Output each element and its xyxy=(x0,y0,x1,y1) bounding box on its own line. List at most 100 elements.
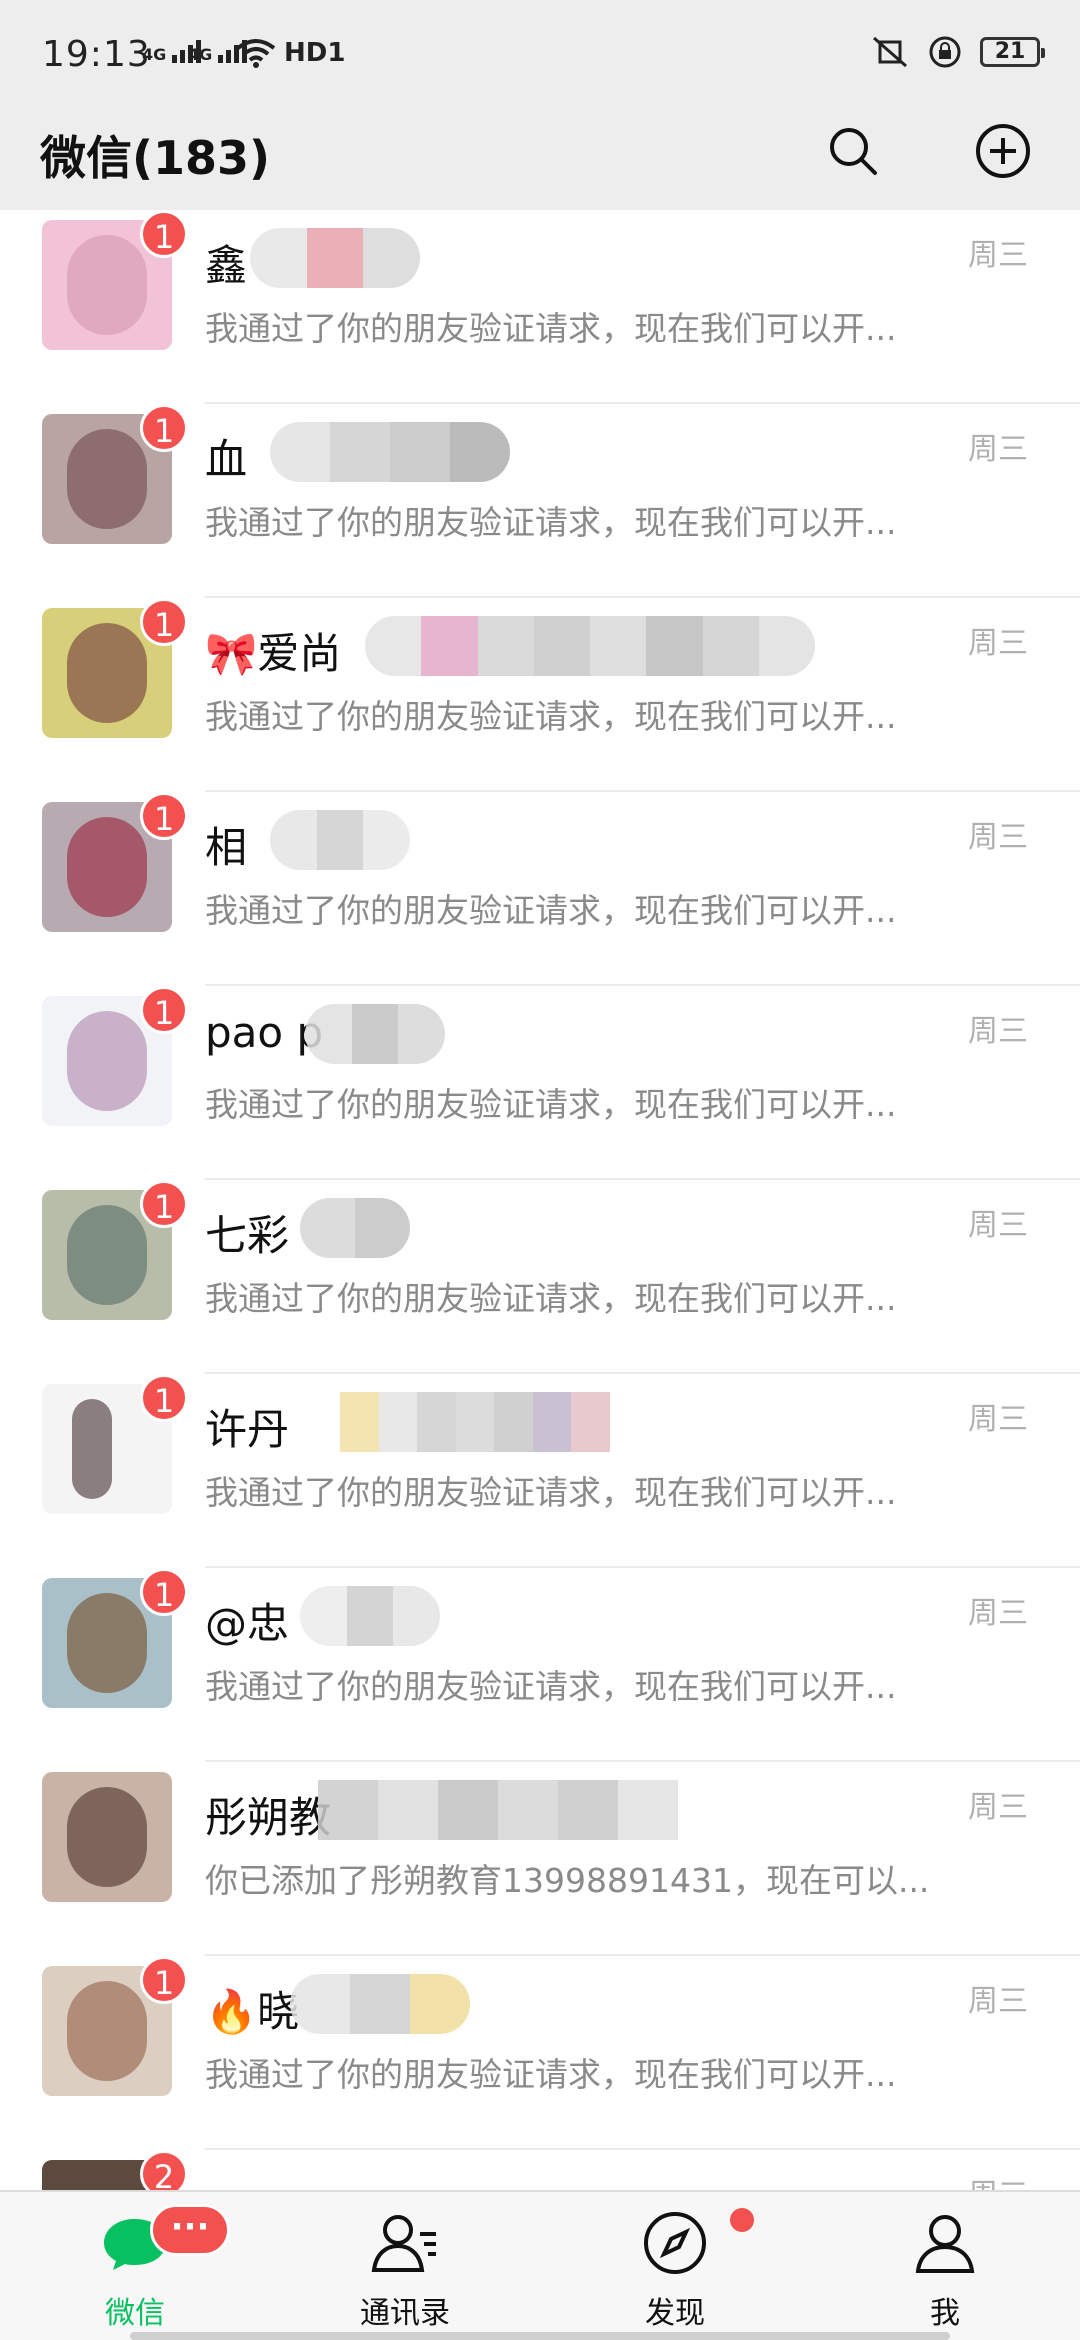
name-blur xyxy=(270,810,410,870)
chat-row[interactable]: 1 血 我通过了你的朋友验证请求，现在我们可以开... 周三 xyxy=(0,404,1080,598)
unread-badge: 1 xyxy=(140,1374,188,1422)
unread-badge: 1 xyxy=(140,792,188,840)
chat-preview: 你已添加了彤朔教育13998891431，现在可以... xyxy=(205,1861,930,1900)
chat-row[interactable]: 1 @忠 我通过了你的朋友验证请求，现在我们可以开... 周三 xyxy=(0,1568,1080,1762)
name-blur xyxy=(290,1974,470,2034)
chat-preview: 我通过了你的朋友验证请求，现在我们可以开... xyxy=(205,1667,897,1706)
search-button[interactable] xyxy=(818,116,888,186)
chat-list[interactable]: 1 鑫 我通过了你的朋友验证请求，现在我们可以开... 周三 1 血 我通过了你… xyxy=(0,210,1080,2190)
name-blur xyxy=(270,422,510,482)
app-header: 微信(183) xyxy=(0,108,1080,210)
unread-badge: 1 xyxy=(140,210,188,258)
status-time: 19:13 xyxy=(42,34,151,75)
chat-name: 🔥晓 xyxy=(205,1987,300,2036)
battery-indicator: 21 xyxy=(980,37,1045,67)
avatar-mosaic xyxy=(67,1205,147,1305)
unread-badge: 2 xyxy=(140,2150,188,2190)
chat-time: 周三 xyxy=(968,238,1028,273)
hd-indicator: HD1 xyxy=(284,38,346,68)
chat-name: 血 xyxy=(205,435,248,484)
avatar-mosaic xyxy=(72,1399,112,1499)
chat-row[interactable]: 1 相 我通过了你的朋友验证请求，现在我们可以开... 周三 xyxy=(0,792,1080,986)
chat-time: 周三 xyxy=(968,1984,1028,2019)
bottom-tab-bar: ··· 微信 通讯录 发现 我 xyxy=(0,2190,1080,2340)
chat-name: @忠 xyxy=(205,1599,290,1648)
network-type-2: 4G xyxy=(188,45,213,64)
mute-vibrate-icon xyxy=(873,36,907,68)
chat-row[interactable]: 1 🎀爱尚 我通过了你的朋友验证请求，现在我们可以开... 周三 xyxy=(0,598,1080,792)
chat-time: 周三 xyxy=(968,626,1028,661)
chat-preview: 我通过了你的朋友验证请求，现在我们可以开... xyxy=(205,891,897,930)
name-blur xyxy=(340,1392,610,1452)
tab-label: 我 xyxy=(930,2296,960,2331)
avatar xyxy=(42,1772,172,1902)
unread-badge: 1 xyxy=(140,598,188,646)
chat-name: 相 xyxy=(205,823,248,872)
plus-circle-icon xyxy=(976,124,1030,178)
chat-time: 周三 xyxy=(968,1208,1028,1243)
tab-label: 微信 xyxy=(105,2296,165,2331)
status-bar: 19:13 4G 4G HD1 21 xyxy=(0,0,1080,108)
name-blur xyxy=(305,1004,445,1064)
chat-time: 周三 xyxy=(968,432,1028,467)
add-button[interactable] xyxy=(968,116,1038,186)
contacts-icon xyxy=(355,2208,455,2278)
unread-badge: 1 xyxy=(140,1956,188,2004)
chat-name: 🎀爱尚 xyxy=(205,629,342,678)
home-indicator[interactable] xyxy=(130,2332,950,2340)
chat-row[interactable]: 2 周三 xyxy=(0,2150,1080,2190)
chat-preview: 我通过了你的朋友验证请求，现在我们可以开... xyxy=(205,1473,897,1512)
chat-time: 周三 xyxy=(968,1402,1028,1437)
chat-row[interactable]: 1 🔥晓 我通过了你的朋友验证请求，现在我们可以开... 周三 xyxy=(0,1956,1080,2150)
chat-name: 彤朔教 xyxy=(205,1793,332,1842)
unread-badge: 1 xyxy=(140,986,188,1034)
name-blur xyxy=(365,616,815,676)
unread-badge: 1 xyxy=(140,1180,188,1228)
network-type-1: 4G xyxy=(142,45,167,64)
status-right: 21 xyxy=(870,34,1045,70)
chat-preview: 我通过了你的朋友验证请求，现在我们可以开... xyxy=(205,1279,897,1318)
search-icon xyxy=(830,128,877,175)
page-title: 微信(183) xyxy=(40,131,271,185)
tab-me[interactable]: 我 xyxy=(810,2192,1080,2340)
tab-label: 发现 xyxy=(645,2296,705,2331)
name-blur xyxy=(300,1586,440,1646)
avatar-mosaic xyxy=(67,1593,147,1693)
name-blur xyxy=(250,228,420,288)
avatar-mosaic xyxy=(67,1011,147,1111)
tab-contacts[interactable]: 通讯录 xyxy=(270,2192,540,2340)
chat-preview: 我通过了你的朋友验证请求，现在我们可以开... xyxy=(205,697,897,736)
chat-preview: 我通过了你的朋友验证请求，现在我们可以开... xyxy=(205,2055,897,2094)
chat-name: 许丹 xyxy=(205,1405,290,1454)
more-badge: ··· xyxy=(150,2204,230,2256)
chat-row[interactable]: 1 鑫 我通过了你的朋友验证请求，现在我们可以开... 周三 xyxy=(0,210,1080,404)
chat-row[interactable]: 1 pao p 我通过了你的朋友验证请求，现在我们可以开... 周三 xyxy=(0,986,1080,1180)
chat-row[interactable]: 1 七彩 我通过了你的朋友验证请求，现在我们可以开... 周三 xyxy=(0,1180,1080,1374)
compass-icon xyxy=(625,2208,725,2278)
chat-row[interactable]: 1 许丹 我通过了你的朋友验证请求，现在我们可以开... 周三 xyxy=(0,1374,1080,1568)
avatar-mosaic xyxy=(67,623,147,723)
avatar-mosaic xyxy=(67,429,147,529)
chat-time: 周三 xyxy=(968,2170,1028,2190)
avatar-mosaic xyxy=(67,1787,147,1887)
chat-preview: 我通过了你的朋友验证请求，现在我们可以开... xyxy=(205,503,897,542)
unread-badge: 1 xyxy=(140,1568,188,1616)
chat-name: 鑫 xyxy=(205,241,248,290)
name-blur xyxy=(318,1780,678,1840)
chat-time: 周三 xyxy=(968,1596,1028,1631)
wifi-icon xyxy=(236,38,276,72)
tab-discover[interactable]: 发现 xyxy=(540,2192,810,2340)
chat-time: 周三 xyxy=(968,820,1028,855)
person-icon xyxy=(895,2208,995,2278)
tab-chats[interactable]: ··· 微信 xyxy=(0,2192,270,2340)
avatar-mosaic xyxy=(67,817,147,917)
chat-row[interactable]: 彤朔教 你已添加了彤朔教育13998891431，现在可以... 周三 xyxy=(0,1762,1080,1956)
new-dot-badge xyxy=(730,2208,754,2232)
name-blur xyxy=(300,1198,410,1258)
rotation-lock-icon xyxy=(929,36,961,68)
avatar-mosaic xyxy=(67,1981,147,2081)
avatar-mosaic xyxy=(67,235,147,335)
unread-badge: 1 xyxy=(140,404,188,452)
chat-preview: 我通过了你的朋友验证请求，现在我们可以开... xyxy=(205,1085,897,1124)
chat-name: 七彩 xyxy=(205,1211,290,1260)
